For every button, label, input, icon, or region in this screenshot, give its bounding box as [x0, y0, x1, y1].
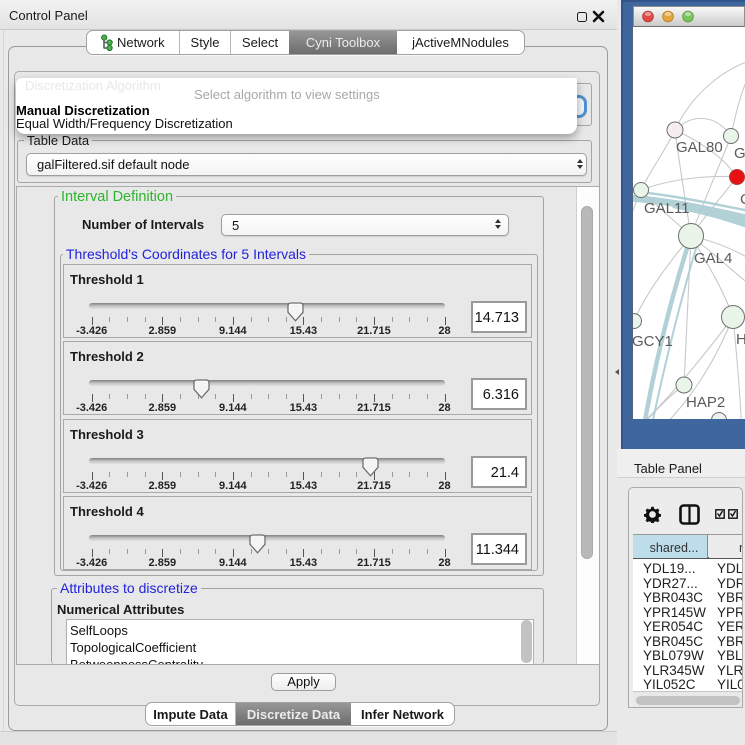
- svg-text:GAL80: GAL80: [676, 139, 723, 156]
- svg-text:C: C: [740, 191, 745, 208]
- svg-text:GAL4: GAL4: [694, 250, 732, 267]
- svg-text:GCY1: GCY1: [633, 333, 673, 350]
- svg-text:HAP2: HAP2: [686, 394, 725, 411]
- svg-text:GA: GA: [734, 145, 745, 162]
- svg-text:HI: HI: [736, 331, 745, 348]
- svg-text:GAL11: GAL11: [644, 200, 690, 217]
